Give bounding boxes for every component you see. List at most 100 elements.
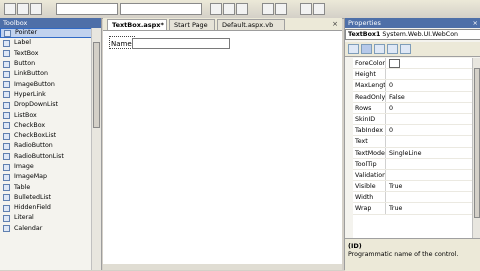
property-value[interactable] xyxy=(386,136,473,146)
name-textbox[interactable] xyxy=(132,38,230,49)
toolbox-item-label[interactable]: Label xyxy=(0,38,101,48)
button-icon xyxy=(3,60,10,68)
property-value[interactable]: 0 xyxy=(386,80,473,90)
toolbox-item-hyperlink[interactable]: HyperLink xyxy=(0,90,101,100)
property-value[interactable]: True xyxy=(386,203,473,213)
toolbar-combo[interactable] xyxy=(120,3,202,15)
property-value[interactable] xyxy=(386,192,473,202)
toolbar-button[interactable] xyxy=(4,3,16,15)
toolbox-item-label: Label xyxy=(14,39,31,47)
toolbox-item-radiobuttonlist[interactable]: RadioButtonList xyxy=(0,152,101,162)
toolbar-combo[interactable] xyxy=(56,3,118,15)
property-row[interactable]: TextMode SingleLine xyxy=(353,147,473,159)
hyperlink-icon xyxy=(3,91,10,99)
property-value[interactable]: 0 xyxy=(386,103,473,113)
property-row[interactable]: SkinID xyxy=(353,113,473,126)
close-icon[interactable]: × xyxy=(331,20,339,28)
property-row[interactable]: Visible True xyxy=(353,181,473,193)
toolbox-item-linkbutton[interactable]: LinkButton xyxy=(0,69,101,79)
property-value[interactable]: SingleLine xyxy=(386,148,473,158)
property-pages-icon[interactable] xyxy=(400,44,411,54)
properties-scrollbar[interactable] xyxy=(472,58,480,238)
toolbox-item-textbox[interactable]: TextBox xyxy=(0,49,101,59)
list-icon[interactable] xyxy=(313,3,325,15)
alphabetical-icon[interactable] xyxy=(361,44,372,54)
align-icon[interactable] xyxy=(262,3,274,15)
property-value[interactable] xyxy=(386,170,473,180)
property-value[interactable]: 0 xyxy=(386,125,473,135)
events-icon[interactable] xyxy=(387,44,398,54)
italic-icon[interactable] xyxy=(223,3,235,15)
toolbox-item-label: TextBox xyxy=(14,49,39,57)
toolbox-item-radiobutton[interactable]: RadioButton xyxy=(0,141,101,151)
bulletedlist-icon xyxy=(3,194,10,202)
toolbox-scrollbar[interactable] xyxy=(91,28,101,270)
properties-title: Properties × xyxy=(345,18,480,28)
underline-icon[interactable] xyxy=(236,3,248,15)
property-value[interactable] xyxy=(386,69,473,79)
close-icon[interactable]: × xyxy=(473,18,478,28)
property-row[interactable]: TabIndex 0 xyxy=(353,125,473,137)
properties-panel: Properties × TextBox1 System.Web.UI.WebC… xyxy=(344,18,480,271)
scrollbar-thumb[interactable] xyxy=(474,68,480,218)
toolbox-item-label: LinkButton xyxy=(14,70,48,78)
property-row[interactable]: ForeColor xyxy=(353,58,473,70)
checkbox-icon xyxy=(3,122,10,130)
bold-icon[interactable] xyxy=(210,3,222,15)
categorized-icon[interactable] xyxy=(348,44,359,54)
property-value[interactable] xyxy=(386,58,473,68)
toolbox-item-dropdownlist[interactable]: DropDownList xyxy=(0,100,101,110)
radiobuttonlist-icon xyxy=(3,153,10,161)
property-name: ValidationGroup xyxy=(355,169,386,181)
toolbox-item-imagemap[interactable]: ImageMap xyxy=(0,172,101,182)
toolbox-item-checkbox[interactable]: CheckBox xyxy=(0,121,101,131)
property-row[interactable]: Text xyxy=(353,136,473,148)
property-row[interactable]: ToolTip xyxy=(353,158,473,170)
listbox-icon xyxy=(3,112,10,120)
literal-icon xyxy=(3,214,10,222)
property-name: SkinID xyxy=(353,113,386,125)
properties-icon[interactable] xyxy=(374,44,385,54)
align-icon[interactable] xyxy=(275,3,287,15)
property-row[interactable]: Wrap True xyxy=(353,203,473,215)
property-value[interactable] xyxy=(386,114,473,124)
color-swatch xyxy=(389,58,400,68)
property-row[interactable]: Height xyxy=(353,69,473,81)
tab-start-page[interactable]: Start Page xyxy=(169,19,215,30)
property-row[interactable]: MaxLength0 xyxy=(353,80,473,92)
toolbox-item-hiddenfield[interactable]: HiddenField xyxy=(0,203,101,213)
property-row[interactable]: Rows 0 xyxy=(353,102,473,114)
toolbox-item-bulletedlist[interactable]: BulletedList xyxy=(0,193,101,203)
property-row[interactable]: Width xyxy=(353,192,473,204)
toolbox-item-imagebutton[interactable]: ImageButton xyxy=(0,79,101,89)
document-tabs: TextBox.aspx* Start Page Default.aspx.vb… xyxy=(103,18,342,31)
list-icon[interactable] xyxy=(300,3,312,15)
toolbox-item-button[interactable]: Button xyxy=(0,59,101,69)
toolbox-item-table[interactable]: Table xyxy=(0,182,101,192)
toolbox-item-listbox[interactable]: ListBox xyxy=(0,110,101,120)
toolbox-item-calendar[interactable]: Calendar xyxy=(0,224,101,234)
toolbox-item-checkboxlist[interactable]: CheckBoxList xyxy=(0,131,101,141)
property-name: ReadOnly xyxy=(355,91,386,102)
toolbar xyxy=(0,0,480,19)
toolbox-item-image[interactable]: Image xyxy=(0,162,101,172)
object-selector[interactable]: TextBox1 System.Web.UI.WebCon xyxy=(345,29,480,40)
property-value[interactable]: False xyxy=(386,92,473,102)
property-row[interactable]: ReadOnly False xyxy=(353,91,473,103)
linkbutton-icon xyxy=(3,70,10,78)
toolbar-button[interactable] xyxy=(30,3,42,15)
toolbox-list: Pointer Label TextBox Button LinkButton Image… xyxy=(0,28,101,234)
textbox-icon xyxy=(3,50,10,58)
property-value[interactable]: True xyxy=(386,181,473,191)
tab-textbox-aspx[interactable]: TextBox.aspx* xyxy=(107,19,167,30)
property-value[interactable] xyxy=(386,159,473,169)
toolbar-button[interactable] xyxy=(17,3,29,15)
radiobutton-icon xyxy=(3,142,10,150)
toolbox-item-pointer[interactable]: Pointer xyxy=(0,28,101,39)
design-surface[interactable]: Name: xyxy=(107,34,337,266)
property-row[interactable]: ValidationGroup xyxy=(353,169,473,182)
scrollbar-thumb[interactable] xyxy=(93,42,100,128)
toolbox-title: Toolbox xyxy=(0,18,101,28)
toolbox-item-literal[interactable]: Literal xyxy=(0,213,101,223)
tab-default-aspx-vb[interactable]: Default.aspx.vb xyxy=(217,19,285,30)
